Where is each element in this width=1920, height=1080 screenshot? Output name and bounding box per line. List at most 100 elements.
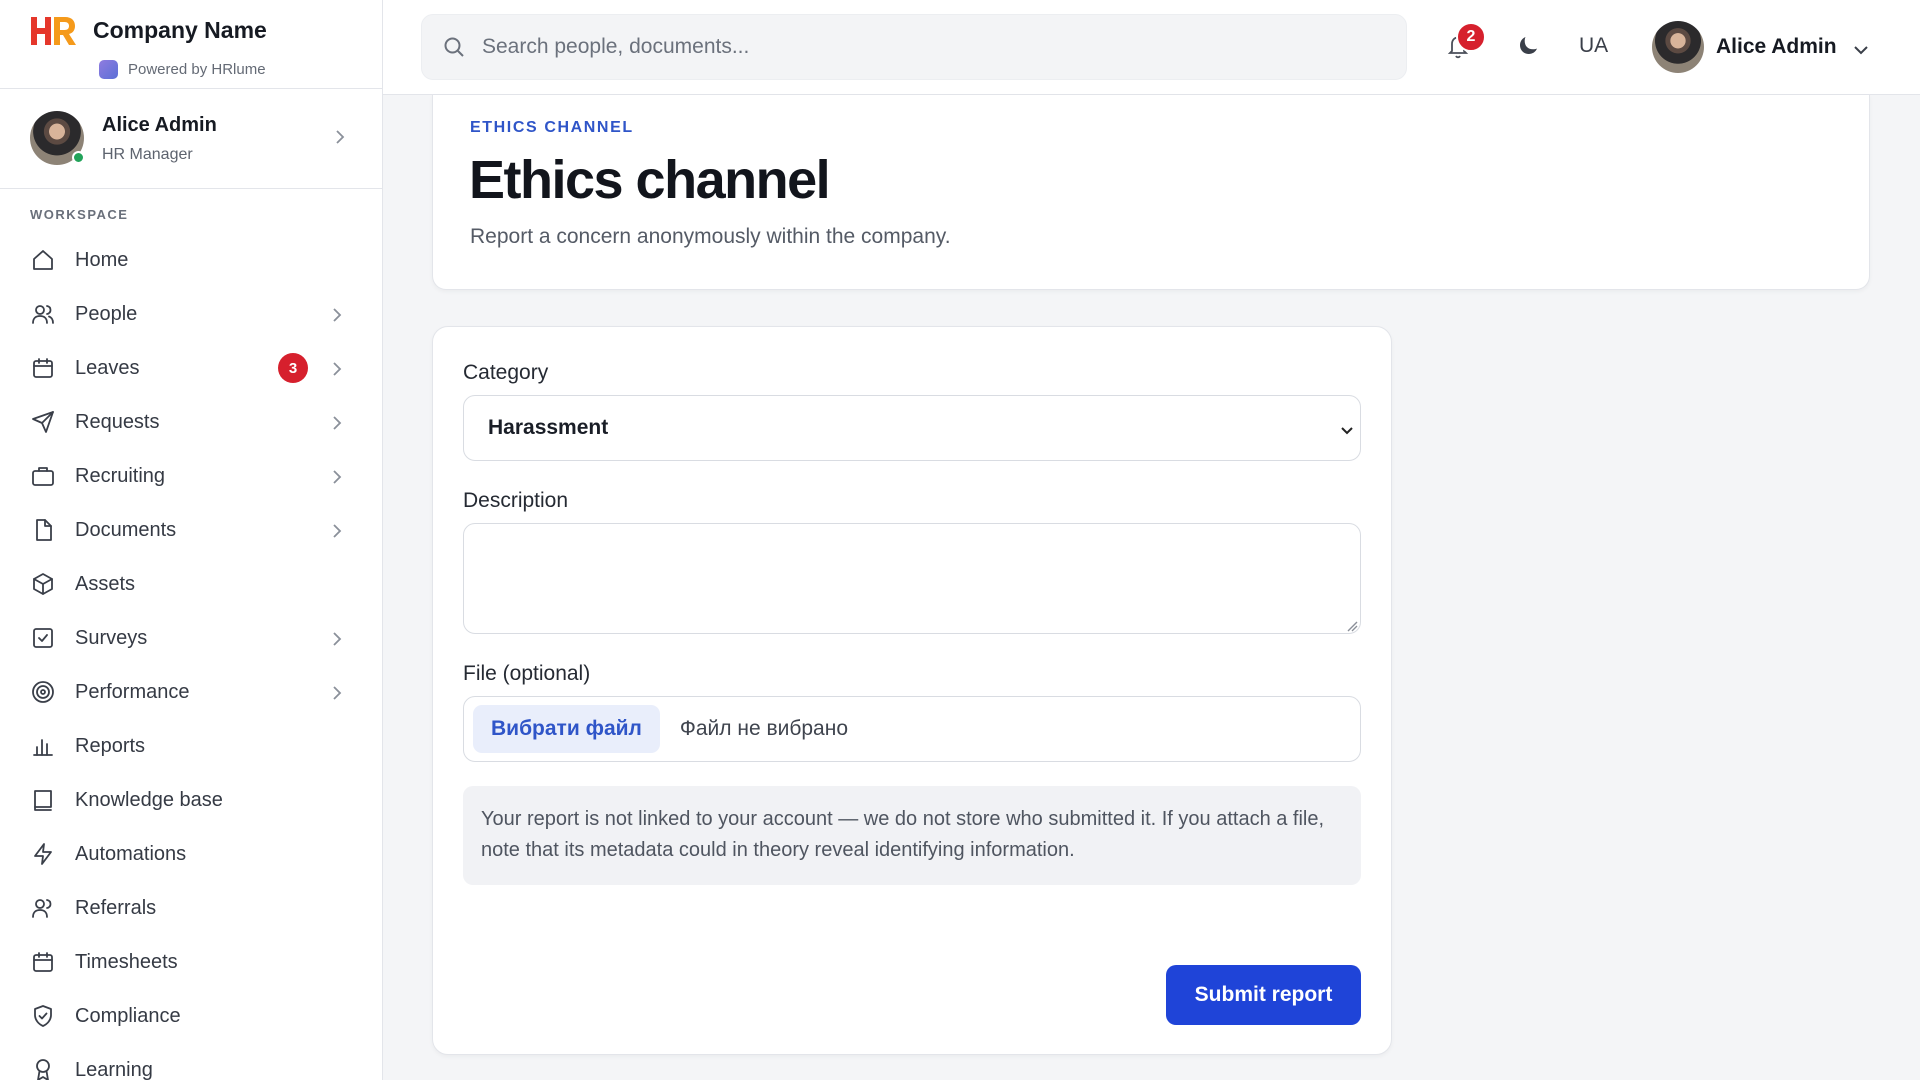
avatar (1652, 21, 1704, 73)
calendar-icon (30, 949, 56, 975)
section-label-workspace: WORKSPACE (30, 207, 129, 222)
box-icon (30, 571, 56, 597)
sidebar-item-learning[interactable]: Learning (0, 1043, 382, 1080)
sidebar-item-label: Assets (75, 572, 136, 595)
sidebar-item-label: Documents (75, 518, 177, 541)
brand-header: Company Name Powered by HRlume (0, 0, 382, 89)
sidebar-nav: Home People Leaves 3 Requests Recruiting… (0, 233, 382, 1080)
book-icon (30, 787, 56, 813)
powered-by: Powered by HRlume (99, 60, 266, 79)
ethics-report-form: Category Harassment Description File (op… (432, 326, 1392, 1055)
avatar (30, 111, 85, 165)
sidebar-item-requests[interactable]: Requests (0, 395, 382, 449)
file-input[interactable]: Вибрати файл Файл не вибрано (463, 696, 1361, 762)
chevron-right-icon (332, 470, 342, 484)
sidebar-item-label: Timesheets (75, 950, 178, 973)
choose-file-button[interactable]: Вибрати файл (473, 705, 660, 753)
sidebar-item-assets[interactable]: Assets (0, 557, 382, 611)
chevron-down-icon (1340, 423, 1354, 435)
chevron-right-icon (332, 362, 342, 376)
submit-report-button[interactable]: Submit report (1166, 965, 1361, 1025)
sidebar-item-knowledge-base[interactable]: Knowledge base (0, 773, 382, 827)
sidebar-item-label: People (75, 302, 138, 325)
chevron-right-icon (332, 416, 342, 430)
users-icon (30, 895, 56, 921)
description-textarea[interactable] (463, 523, 1361, 634)
sidebar: Company Name Powered by HRlume Alice Adm… (0, 0, 383, 1080)
sidebar-item-label: Home (75, 248, 129, 271)
briefcase-icon (30, 463, 56, 489)
sidebar-item-leaves[interactable]: Leaves 3 (0, 341, 382, 395)
chevron-right-icon (332, 686, 342, 700)
shield-check-icon (30, 1003, 56, 1029)
sidebar-item-label: Compliance (75, 1004, 181, 1027)
chevron-right-icon (332, 632, 342, 646)
sidebar-item-label: Automations (75, 842, 187, 865)
sidebar-item-label: Referrals (75, 896, 157, 919)
page-eyebrow: ETHICS CHANNEL (470, 119, 634, 136)
leaves-count-badge: 3 (278, 353, 308, 383)
chevron-right-icon (334, 129, 346, 145)
document-icon (30, 517, 56, 543)
sidebar-item-label: Learning (75, 1058, 153, 1080)
calendar-icon (30, 355, 56, 381)
lightning-icon (30, 841, 56, 867)
sidebar-item-referrals[interactable]: Referrals (0, 881, 382, 935)
award-icon (30, 1057, 56, 1080)
topbar: 2 UA Alice Admin (383, 0, 1920, 95)
page-title: Ethics channel (469, 150, 831, 210)
search-icon (444, 37, 464, 57)
file-label: File (optional) (463, 662, 591, 685)
sidebar-user-role: HR Manager (102, 146, 193, 163)
sidebar-item-surveys[interactable]: Surveys (0, 611, 382, 665)
send-icon (30, 409, 56, 435)
sidebar-item-compliance[interactable]: Compliance (0, 989, 382, 1043)
search-bar[interactable] (421, 14, 1407, 80)
sidebar-item-label: Reports (75, 734, 146, 757)
moon-icon[interactable] (1517, 33, 1543, 59)
sidebar-item-label: Recruiting (75, 464, 166, 487)
sidebar-item-automations[interactable]: Automations (0, 827, 382, 881)
sidebar-item-home[interactable]: Home (0, 233, 382, 287)
online-status-dot (72, 151, 85, 164)
sidebar-item-reports[interactable]: Reports (0, 719, 382, 773)
description-label: Description (463, 489, 569, 512)
powered-by-text: Powered by HRlume (128, 61, 266, 78)
chevron-down-icon (1853, 42, 1869, 55)
sidebar-item-people[interactable]: People (0, 287, 382, 341)
sidebar-item-performance[interactable]: Performance (0, 665, 382, 719)
category-select[interactable]: Harassment (463, 395, 1361, 461)
sidebar-item-label: Knowledge base (75, 788, 223, 811)
category-label: Category (463, 361, 549, 384)
category-selected-value: Harassment (488, 416, 609, 439)
sidebar-user-name: Alice Admin (102, 114, 217, 136)
anonymity-notice: Your report is not linked to your accoun… (463, 786, 1361, 885)
sidebar-item-recruiting[interactable]: Recruiting (0, 449, 382, 503)
company-logo (31, 17, 76, 45)
sidebar-item-label: Performance (75, 680, 190, 703)
page-subtitle: Report a concern anonymously within the … (470, 225, 951, 248)
language-switcher[interactable]: UA (1579, 34, 1608, 58)
sidebar-item-label: Surveys (75, 626, 148, 649)
home-icon (30, 247, 56, 273)
bar-chart-icon (30, 733, 56, 759)
checkbox-icon (30, 625, 56, 651)
user-menu-name: Alice Admin (1716, 35, 1837, 58)
search-input[interactable] (482, 35, 1362, 59)
company-name: Company Name (93, 17, 267, 43)
resize-grip-icon[interactable] (1347, 619, 1358, 632)
file-status-text: Файл не вибрано (679, 717, 849, 740)
user-menu[interactable]: Alice Admin (1652, 20, 1869, 74)
people-icon (30, 301, 56, 327)
page-header-card: ETHICS CHANNEL Ethics channel Report a c… (432, 95, 1870, 290)
notifications-badge: 2 (1456, 22, 1486, 52)
sidebar-item-timesheets[interactable]: Timesheets (0, 935, 382, 989)
hrlume-logo-icon (99, 60, 118, 79)
sidebar-item-label: Requests (75, 410, 160, 433)
sidebar-item-documents[interactable]: Documents (0, 503, 382, 557)
sidebar-item-label: Leaves (75, 356, 140, 379)
chevron-right-icon (332, 524, 342, 538)
sidebar-user-card[interactable]: Alice Admin HR Manager (0, 89, 382, 189)
chevron-right-icon (332, 308, 342, 322)
target-icon (30, 679, 56, 705)
